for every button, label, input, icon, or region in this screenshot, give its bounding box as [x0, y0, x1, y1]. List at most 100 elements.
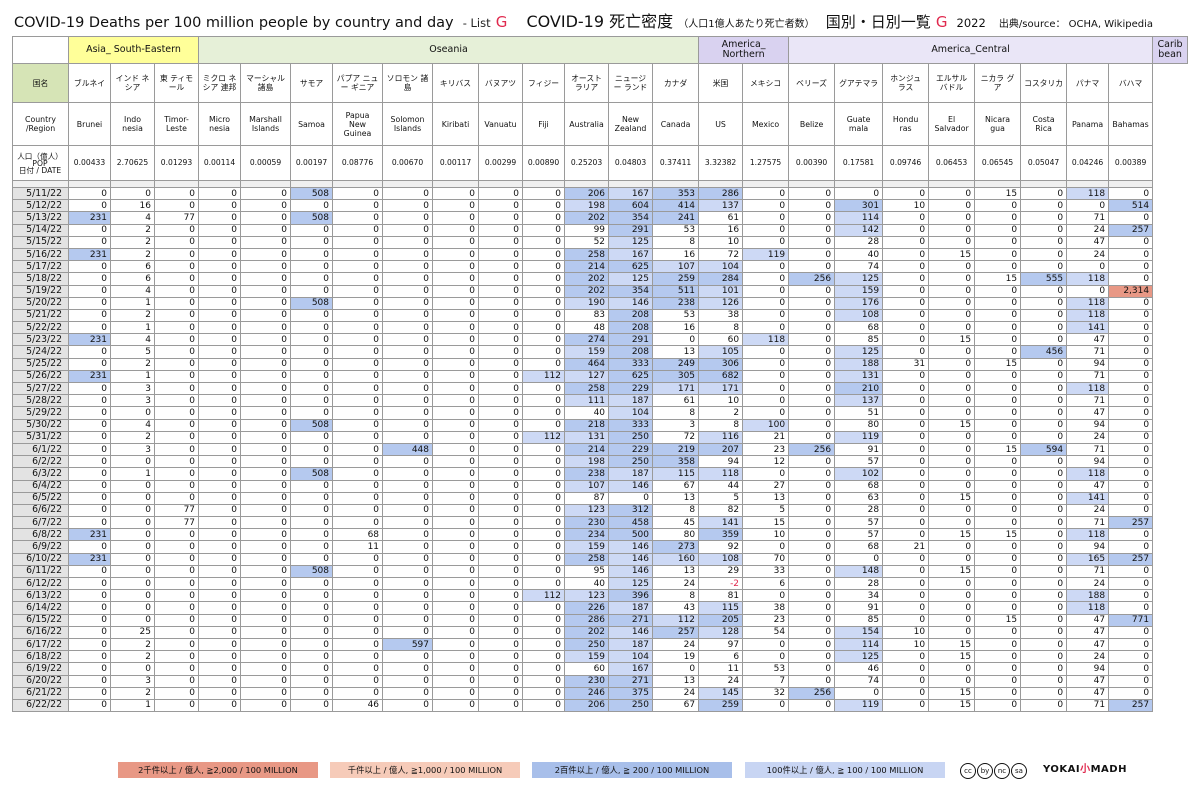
value-cell: 0: [68, 576, 111, 591]
value-cell: 0: [240, 199, 292, 213]
table-row: 5/17/22 0 6 0 0 0 0 0 0 0 0 0 214 625 107 104 0 0 74 0 0 0 0 0 0: [12, 260, 1188, 274]
value-cell: 0: [153, 467, 200, 481]
value-cell: 0: [882, 479, 930, 493]
value-cell: 24: [1066, 650, 1110, 664]
population-value: 0.00059: [240, 145, 292, 181]
value-cell: 456: [1020, 345, 1068, 359]
value-cell: 0: [928, 479, 976, 493]
value-cell: 0: [788, 199, 836, 213]
value-cell: 0: [882, 272, 930, 286]
value-cell: 10: [882, 625, 930, 639]
value-cell: 0: [198, 540, 242, 554]
value-cell: 118: [1066, 467, 1110, 481]
date-cell: 5/11/22: [12, 186, 69, 201]
value-cell: 0: [928, 552, 976, 566]
value-cell: 0: [478, 345, 524, 359]
value-cell: 0: [1020, 308, 1068, 323]
spacer-cell: [788, 180, 836, 188]
value-cell: 0: [68, 516, 111, 530]
value-cell: 0: [432, 589, 480, 603]
spacer-cell: [882, 180, 930, 188]
value-cell: 0: [198, 589, 242, 603]
value-cell: 125: [834, 272, 884, 286]
value-cell: 0: [928, 613, 976, 627]
value-cell: 61: [652, 394, 700, 408]
value-cell: 0: [332, 321, 384, 335]
value-cell: 0: [68, 674, 111, 688]
value-cell: 0: [882, 247, 930, 262]
country-en-name: Canada: [652, 102, 700, 146]
value-cell: 0: [1066, 284, 1110, 298]
value-cell: 202: [564, 211, 610, 225]
value-cell: 0: [522, 698, 566, 713]
value-cell: 508: [290, 211, 334, 225]
population-value: 0.00114: [198, 145, 242, 181]
value-cell: 250: [608, 455, 654, 469]
table-row: 6/14/22 0 0 0 0 0 0 0 0 0 0 0 226 187 43 115 38 0 91 0 0 0 0 11…: [12, 601, 1188, 615]
value-cell: 23: [742, 613, 790, 627]
value-cell: 0: [382, 235, 434, 249]
value-cell: 0: [432, 662, 480, 676]
value-cell: 0: [1108, 467, 1154, 481]
value-cell: 0: [882, 381, 930, 396]
population-value: 1.27575: [742, 145, 790, 181]
value-cell: 118: [1066, 528, 1110, 542]
value-cell: 0: [432, 406, 480, 420]
value-cell: 167: [608, 186, 654, 201]
value-cell: 0: [290, 381, 334, 396]
value-cell: 0: [1108, 186, 1154, 201]
value-cell: 126: [698, 296, 744, 310]
value-cell: 0: [240, 552, 292, 566]
value-cell: 0: [153, 613, 200, 627]
value-cell: 111: [564, 394, 610, 408]
value-cell: 202: [564, 625, 610, 639]
value-cell: 0: [788, 662, 836, 676]
value-cell: 231: [68, 247, 111, 262]
value-cell: 0: [110, 540, 155, 554]
value-cell: 0: [742, 589, 790, 603]
value-cell: 257: [1108, 223, 1154, 237]
value-cell: 94: [1066, 455, 1110, 469]
value-cell: 0: [974, 467, 1022, 481]
value-cell: 258: [564, 247, 610, 262]
value-cell: 0: [974, 698, 1022, 713]
value-cell: 0: [153, 625, 200, 639]
value-cell: 0: [382, 662, 434, 676]
value-cell: 0: [974, 552, 1022, 566]
value-cell: 0: [788, 637, 836, 652]
value-cell: 0: [1108, 357, 1154, 371]
value-cell: 3: [110, 381, 155, 396]
value-cell: 0: [742, 296, 790, 310]
country-jp-name: インド ネシア: [110, 63, 155, 103]
table-row: 6/4/22 0 0 0 0 0 0 0 0 0 0 0 107 146 67 44 27 0 68 0 0 0 0 47 0: [12, 479, 1188, 493]
value-cell: 0: [1108, 321, 1154, 335]
value-cell: 0: [1108, 589, 1154, 603]
value-cell: 0: [928, 467, 976, 481]
value-cell: 0: [290, 479, 334, 493]
value-cell: 0: [742, 467, 790, 481]
value-cell: 0: [382, 650, 434, 664]
value-cell: 8: [698, 321, 744, 335]
value-cell: 0: [882, 223, 930, 237]
table-row: 6/20/22 0 3 0 0 0 0 0 0 0 0 0 230 271 13 24 7 0 74 0 0 0 0 47 0: [12, 674, 1188, 688]
value-cell: 0: [1020, 430, 1068, 444]
value-cell: 0: [153, 552, 200, 566]
value-cell: 0: [332, 637, 384, 652]
value-cell: 118: [1066, 296, 1110, 310]
value-cell: 13: [742, 491, 790, 505]
value-cell: 230: [564, 674, 610, 688]
country-jp-name: グアテマラ: [834, 63, 884, 103]
value-cell: 128: [698, 625, 744, 639]
value-cell: 271: [608, 613, 654, 627]
value-cell: 0: [68, 601, 111, 615]
country-jp-name: バハマ: [1108, 63, 1154, 103]
value-cell: 57: [834, 528, 884, 542]
value-cell: 0: [198, 223, 242, 237]
value-cell: 0: [522, 674, 566, 688]
value-cell: 0: [742, 540, 790, 554]
value-cell: 0: [432, 503, 480, 518]
value-cell: 0: [68, 357, 111, 371]
value-cell: 0: [522, 491, 566, 505]
value-cell: 0: [742, 637, 790, 652]
value-cell: 0: [788, 308, 836, 323]
